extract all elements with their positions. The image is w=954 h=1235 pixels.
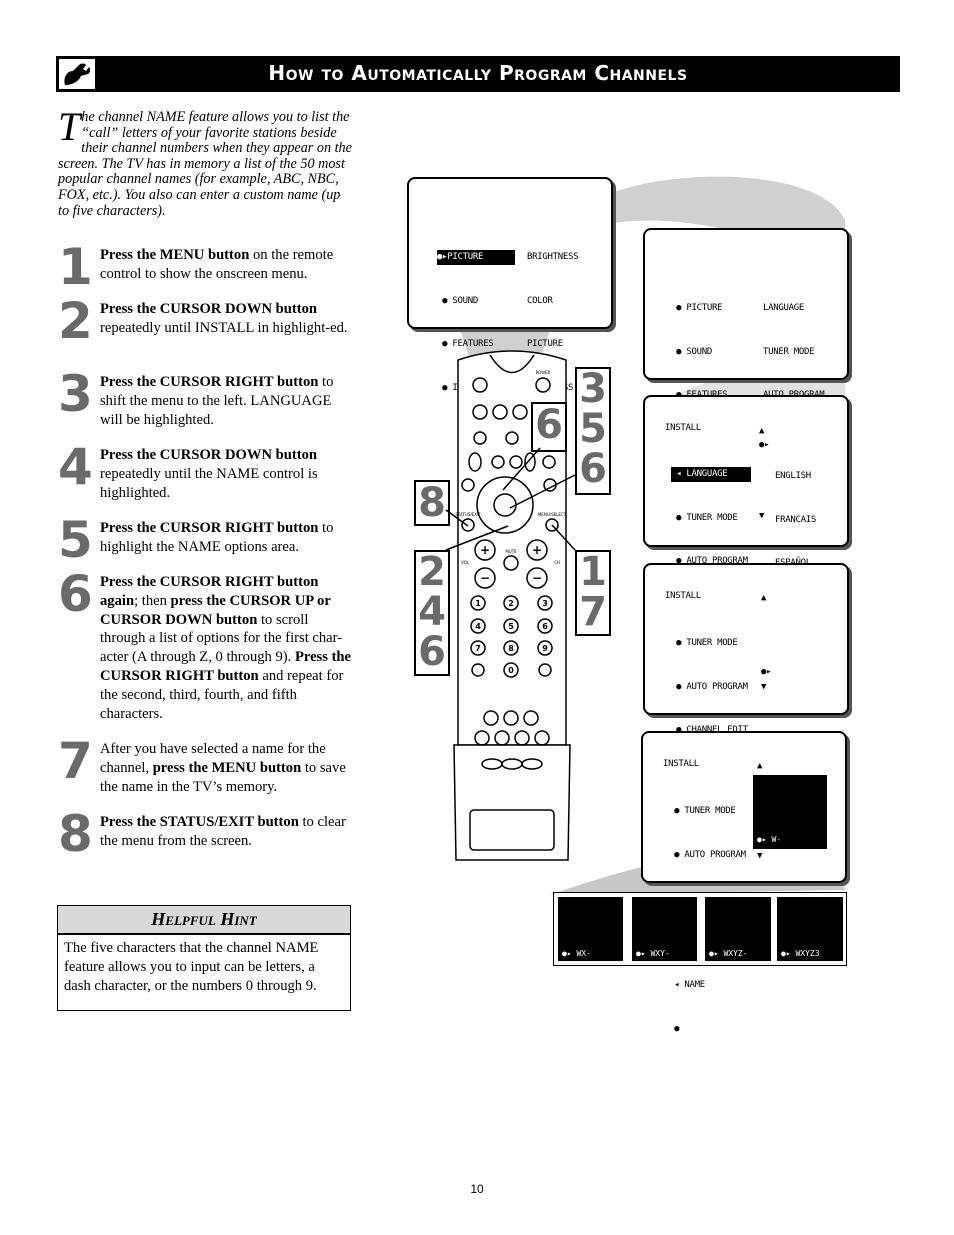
option-item: ENGLISH [775, 471, 811, 481]
menu-item: ● AUTO PROGRAM [671, 681, 748, 692]
hint-title: Helpful Hint [58, 906, 350, 935]
menu-select-label: MENU/SELECT [538, 512, 567, 517]
step-text: After you have selected a name for the c… [100, 741, 346, 795]
name-value: ●▸ W- [757, 835, 782, 844]
scroll-down-arrow-icon: ▼ [761, 682, 767, 692]
submenu-item: TUNER MODE [763, 346, 815, 357]
tv-screen-name-entry: INSTALL ● TUNER MODE ● AUTO PROGRAM ● CH… [641, 731, 847, 1034]
callout-step-8: 8 [414, 480, 450, 526]
step-number: 8 [58, 805, 93, 863]
name-frame: ●▸ WXY- [632, 897, 697, 961]
menu-item: ● SOUND [437, 295, 478, 306]
vol-down-button[interactable]: − [480, 571, 490, 585]
menu-item: ● TUNER MODE [671, 638, 738, 648]
step-number: 4 [58, 438, 93, 496]
digit-2-button[interactable]: 2 [508, 599, 514, 608]
step-number: 5 [58, 511, 93, 569]
ch-down-button[interactable]: − [532, 571, 542, 585]
scroll-up-arrow-icon: ▲ [759, 426, 765, 436]
step-number: 7 [58, 732, 93, 790]
scroll-up-arrow-icon: ▲ [761, 593, 767, 603]
tv-screen-install-menu: ● PICTURE ● SOUND ● FEATURES ●▸INSTALL L… [643, 228, 849, 487]
digit-7-button[interactable]: 7 [475, 644, 481, 653]
step-text: Press the CURSOR RIGHT button to shift t… [100, 374, 334, 428]
helpful-hint-box: Helpful Hint The five characters that th… [57, 905, 351, 1011]
submenu-item: BRIGHTNESS [527, 252, 579, 262]
callout-steps-2-4-6: 246 [414, 550, 450, 676]
menu-item: ● TUNER MODE [671, 512, 738, 523]
callout-step-6: 6 [531, 402, 567, 452]
digit-8-button[interactable]: 8 [508, 644, 514, 653]
screen-title: INSTALL [665, 423, 701, 433]
menu-item: ● TUNER MODE [669, 806, 736, 816]
name-entry-sequence: ●▸ WX- ●▸ WXY- ●▸ WXYZ- ●▸ WXYZ3 [553, 892, 847, 966]
tv-screen-main-menu: ●▸PICTURE ● SOUND ● FEATURES ● INSTALL B… [407, 177, 613, 436]
hint-text: The five characters that the channel NAM… [64, 940, 319, 994]
section-header: How to Automatically Program Channels [56, 56, 900, 92]
option-pointer-icon: ●▸ [759, 440, 770, 450]
digit-0-button[interactable]: 0 [508, 666, 514, 675]
mute-label: MUTE [505, 549, 517, 554]
screen-title: INSTALL [663, 759, 699, 769]
ch-label: CH [554, 560, 560, 565]
menu-item: ● PICTURE [671, 303, 723, 313]
step-text: Press the CURSOR DOWN button repeatedly … [100, 301, 348, 336]
submenu-item: LANGUAGE [763, 303, 804, 313]
name-entry-window: ●▸ W- [753, 775, 827, 849]
intro-paragraph: The channel NAME feature allows you to l… [58, 104, 353, 219]
step-number: 3 [58, 365, 93, 423]
scroll-up-arrow-icon: ▲ [757, 761, 763, 771]
step-number: 1 [58, 238, 93, 296]
digit-4-button[interactable]: 4 [475, 622, 481, 631]
intro-text: he channel NAME feature allows you to li… [58, 109, 352, 219]
menu-item: ◂ NAME [669, 980, 705, 990]
callout-steps-3-5-6: 356 [575, 367, 611, 495]
submenu-item: COLOR [527, 295, 553, 306]
digit-3-button[interactable]: 3 [542, 599, 548, 608]
callout-steps-1-7: 17 [575, 550, 611, 636]
menu-item: ● SOUND [671, 346, 712, 357]
step-number: 2 [58, 292, 93, 350]
name-frame: ●▸ WXYZ- [705, 897, 771, 961]
menu-item: ● [669, 1023, 680, 1034]
ch-up-button[interactable]: + [532, 543, 542, 557]
vol-up-button[interactable]: + [480, 543, 490, 557]
tv-screen-language: INSTALL ◂ LANGUAGE ● TUNER MODE ● AUTO P… [643, 395, 849, 697]
digit-1-button[interactable]: 1 [475, 599, 481, 608]
menu-item-selected: ●▸PICTURE [437, 250, 515, 265]
page-number: 10 [470, 1182, 484, 1196]
step-text: Press the STATUS/EXIT button to clear th… [100, 814, 346, 849]
status-exit-label: STATUS/EXIT [455, 512, 481, 517]
screen-title: INSTALL [665, 591, 701, 601]
step-number: 6 [58, 565, 93, 623]
step-text: Press the CURSOR RIGHT button again; the… [100, 574, 352, 722]
menu-item: ● AUTO PROGRAM [669, 849, 746, 860]
power-label: POWER [536, 370, 551, 375]
option-item: FRANCAIS [775, 514, 816, 525]
scroll-down-arrow-icon: ▼ [759, 511, 765, 521]
digit-9-button[interactable]: 9 [542, 644, 548, 653]
digit-5-button[interactable]: 5 [508, 622, 514, 631]
digit-6-button[interactable]: 6 [542, 622, 548, 631]
drop-cap: T [58, 104, 81, 149]
tv-screen-name-selected: INSTALL ● TUNER MODE ● AUTO PROGRAM ● CH… [643, 563, 849, 866]
step-text: Press the CURSOR RIGHT button to highlig… [100, 520, 334, 555]
name-frame: ●▸ WX- [558, 897, 623, 961]
step-text: Press the MENU button on the remote cont… [100, 247, 334, 282]
vol-label: VOL [461, 560, 470, 565]
step-text: Press the CURSOR DOWN button repeatedly … [100, 447, 318, 501]
page-title: How to Automatically Program Channels [268, 61, 688, 85]
menu-item-selected: ◂ LANGUAGE [671, 467, 751, 482]
option-pointer-icon: ●▸ [761, 667, 772, 677]
name-frame: ●▸ WXYZ3 [777, 897, 843, 961]
scroll-down-arrow-icon: ▼ [757, 851, 763, 861]
